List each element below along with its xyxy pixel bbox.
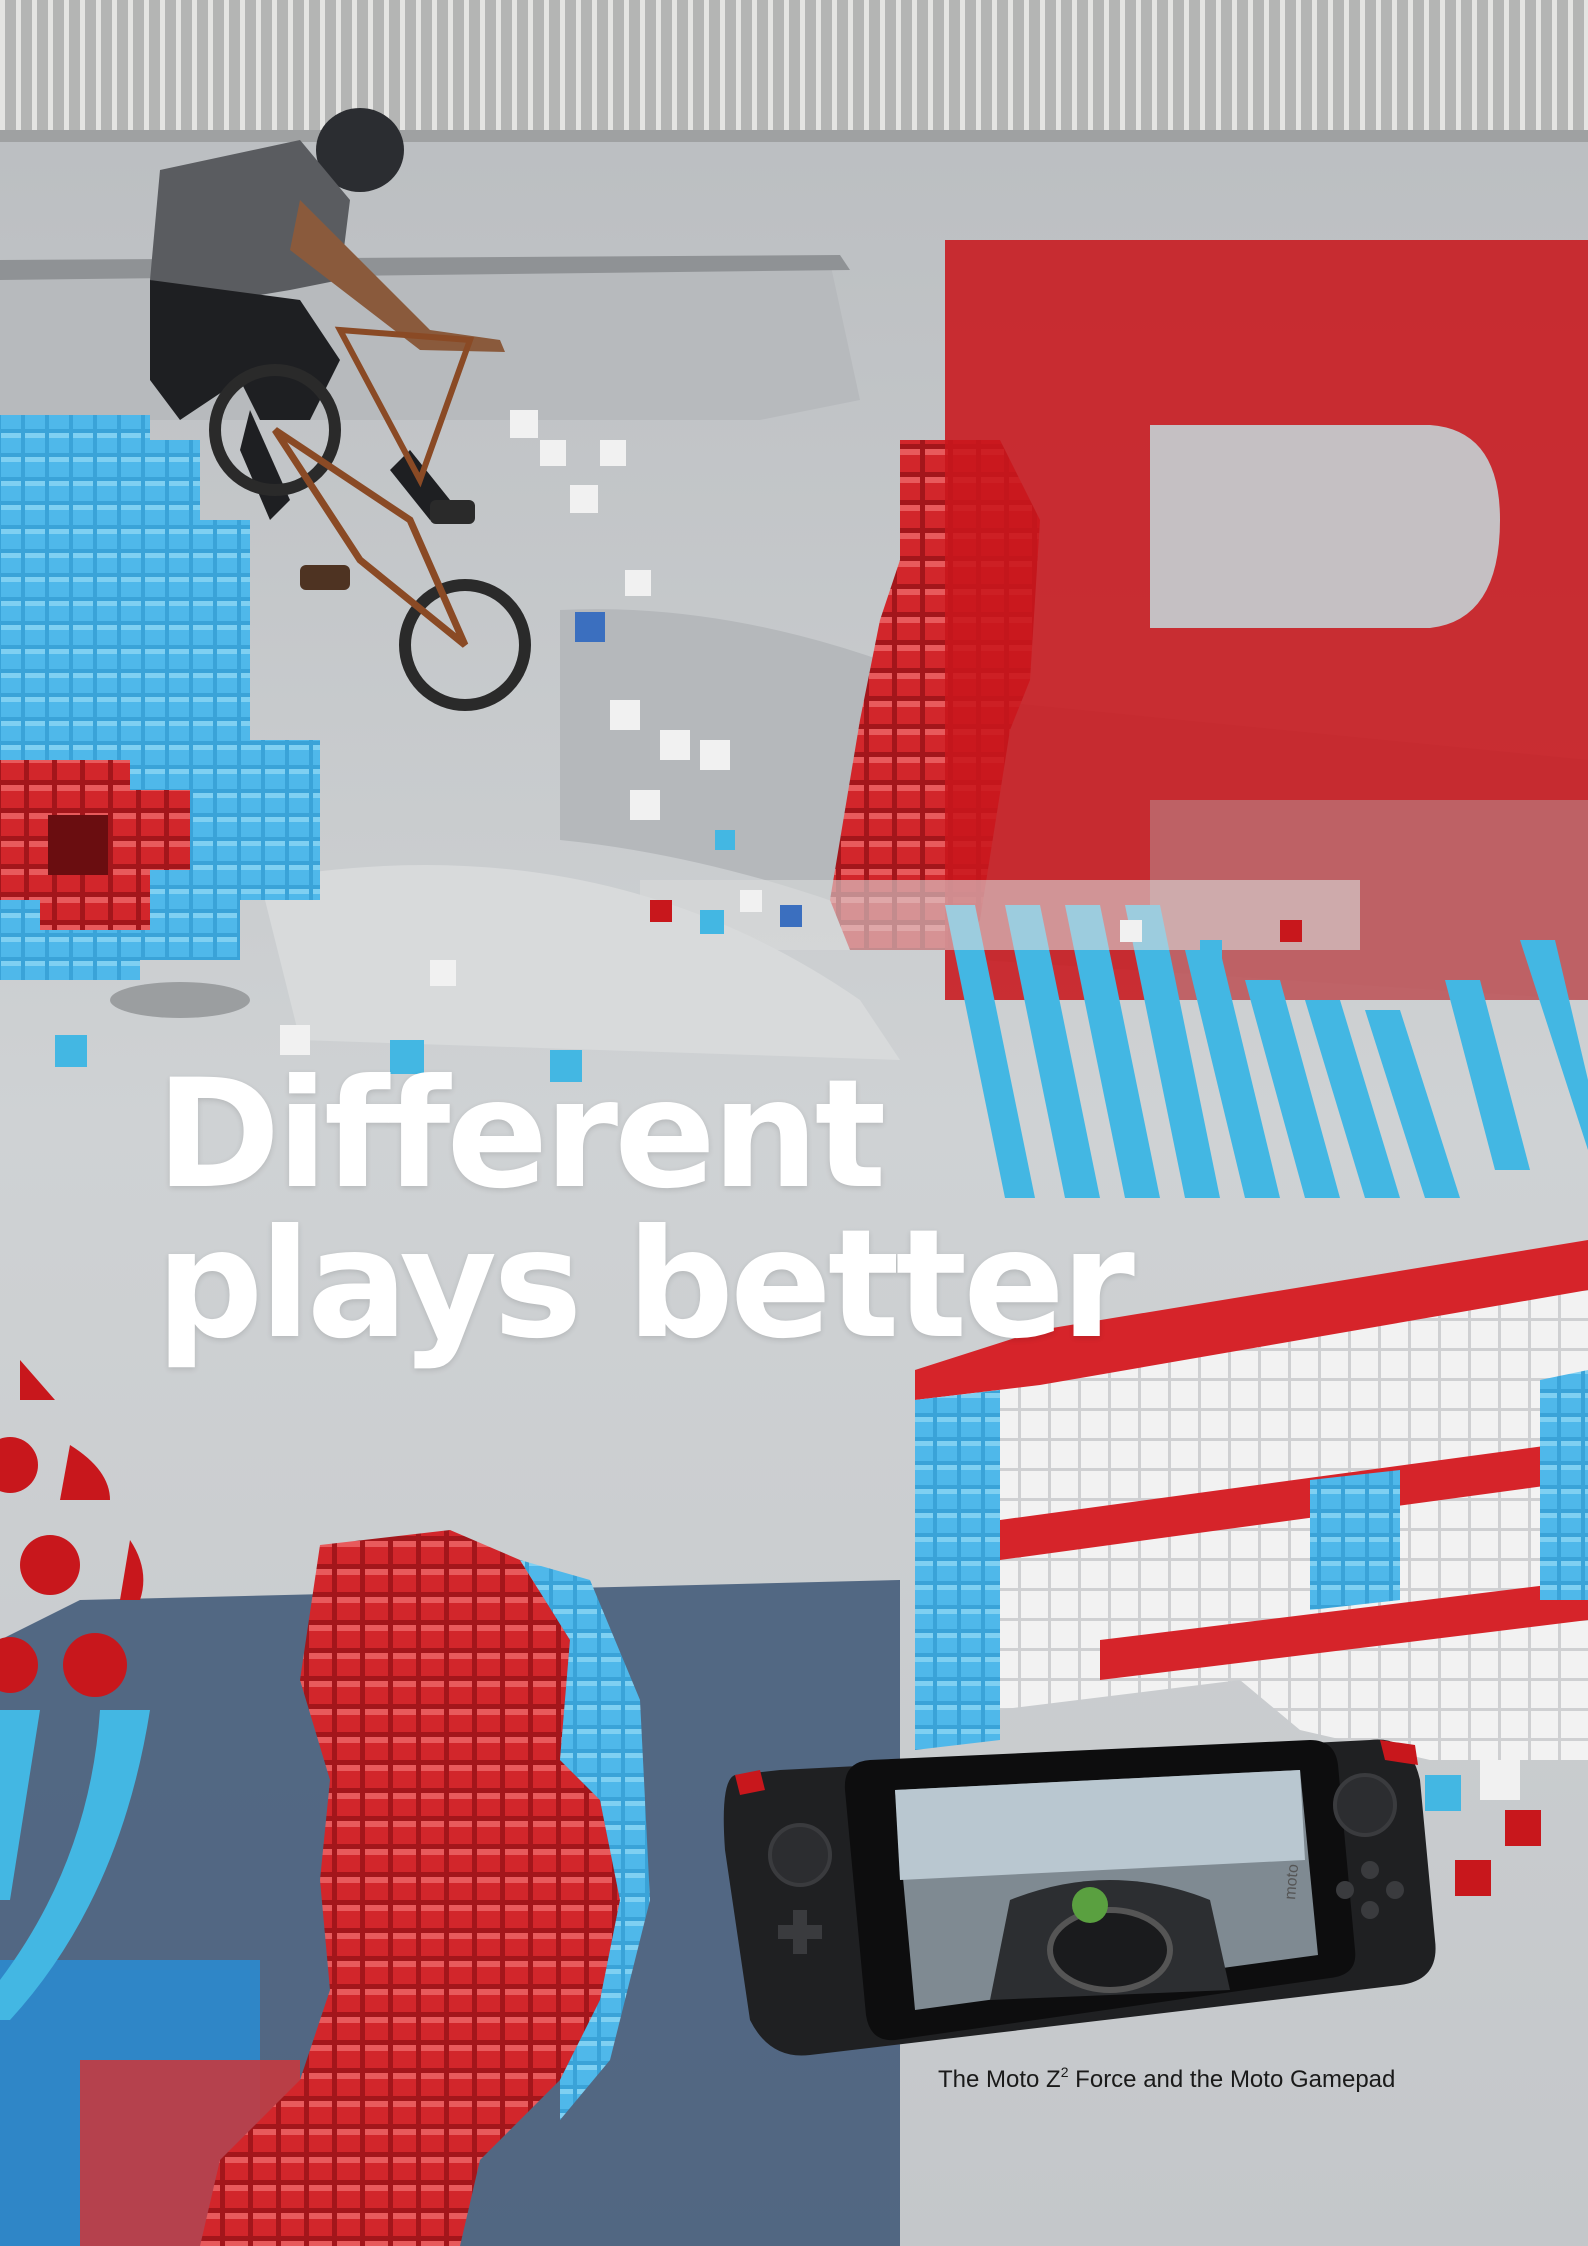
caption-superscript: 2 [1060,2064,1069,2080]
caption-suffix: Force and the Moto Gamepad [1068,2066,1396,2093]
caption-prefix: The Moto Z [938,2066,1061,2093]
photo-caption: The Moto Z2 Force and the Moto Gamepad [938,2064,1396,2094]
phone-brand-mark: moto [1282,1863,1302,1900]
headline: Different plays better [156,1048,1135,1372]
headline-line-1: Different [156,1048,886,1222]
headline-line-2: plays better [156,1198,1135,1372]
